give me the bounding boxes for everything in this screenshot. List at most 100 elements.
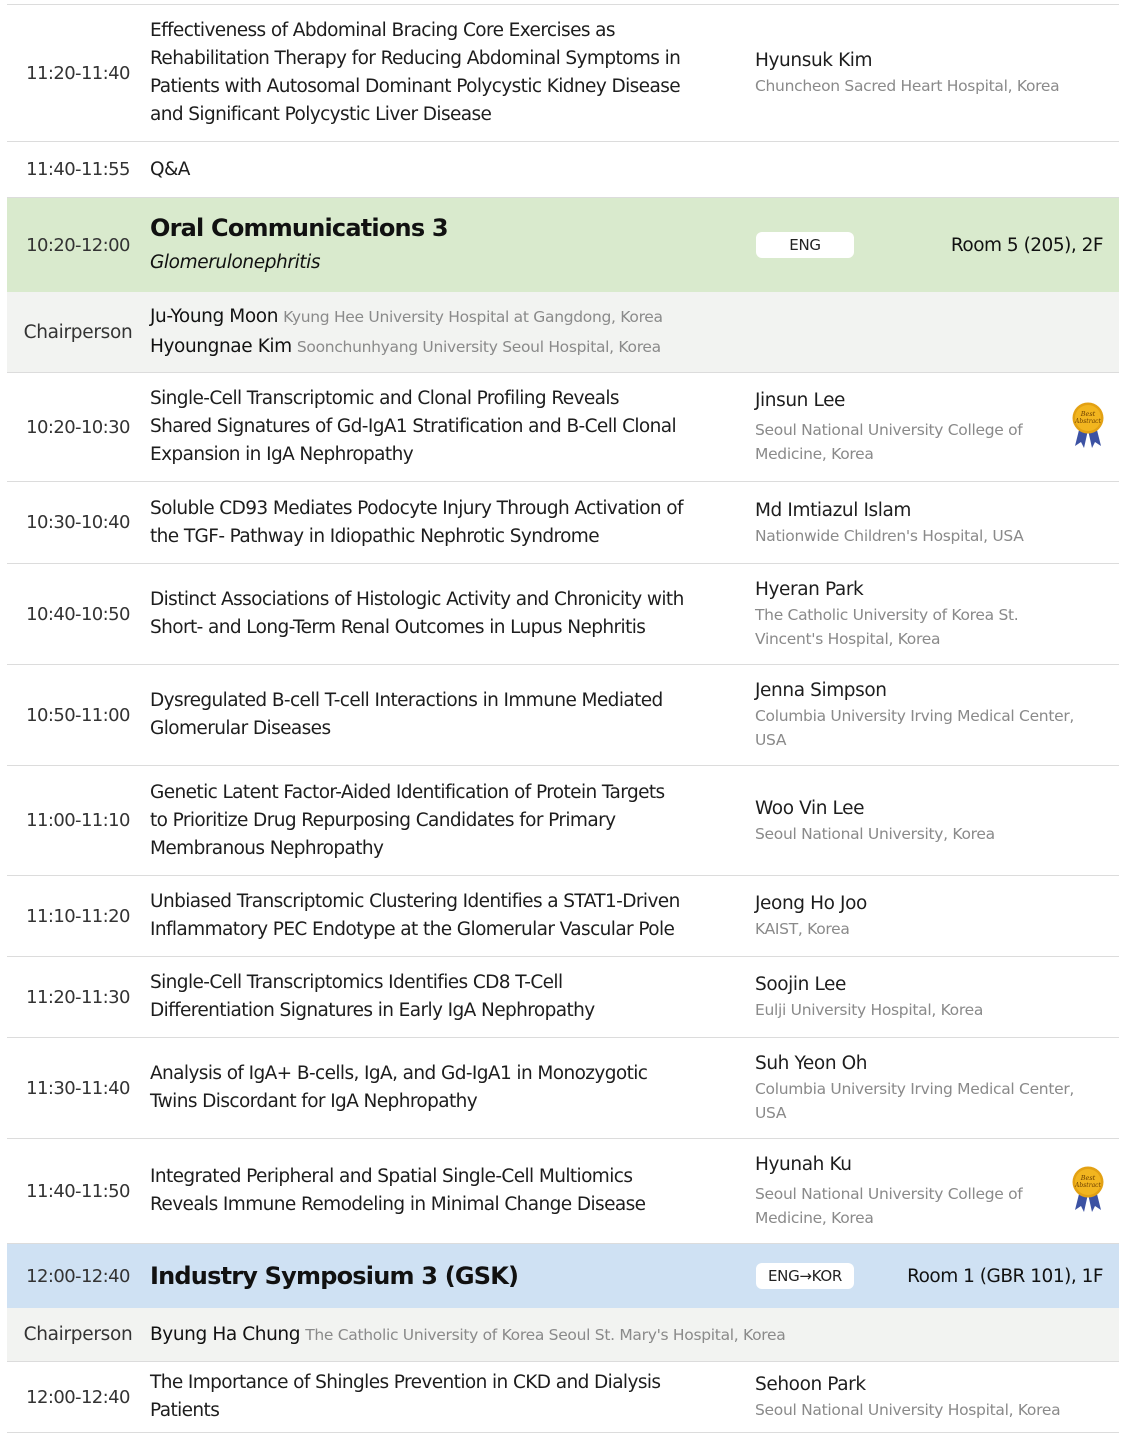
talk-row: 10:40-10:50 Distinct Associations of Hist… — [7, 564, 1119, 665]
talk-title-line: Unbiased Transcriptomic Clustering Ident… — [150, 891, 680, 912]
speaker-block: Hyunsuk Kim Chuncheon Sacred Heart Hospit… — [755, 5, 1107, 141]
speaker-block: Hyunah Ku Seoul National University Colle… — [755, 1139, 1055, 1243]
award-text-line1: Best — [1080, 410, 1096, 418]
speaker-affiliation: Vincent's Hospital, Korea — [755, 630, 941, 648]
talk-title-line: Differentiation Signatures in Early IgA … — [150, 1000, 595, 1021]
session-header: 12:00-12:40 Industry Symposium 3 (GSK) ENG… — [7, 1244, 1119, 1308]
speaker-affiliation: Seoul National University College of — [755, 421, 1023, 439]
talk-title: Unbiased Transcriptomic Clustering Ident… — [150, 876, 748, 956]
speaker-name: Hyeran Park — [755, 579, 864, 600]
chairperson-entry: Ju-Young Moon Kyung Hee University Hospi… — [150, 302, 1119, 332]
talk-title-line: to Prioritize Drug Repurposing Candidate… — [150, 809, 616, 831]
speaker-block: Hyeran Park The Catholic University of Ko… — [755, 564, 1107, 664]
talk-title: Effectiveness of Abdominal Bracing Core … — [150, 5, 748, 141]
speaker-block: Jeong Ho Joo KAIST, Korea — [755, 876, 1107, 956]
speaker-name: Hyunah Ku — [755, 1154, 852, 1175]
speaker-name: Jinsun Lee — [755, 390, 846, 411]
talk-title-line: Patients — [150, 1400, 220, 1421]
talk-title-line: and Significant Polycystic Liver Disease — [150, 104, 492, 125]
chairperson-list: Ju-Young Moon Kyung Hee University Hospi… — [150, 292, 1119, 372]
talk-title-line: Rehabilitation Therapy for Reducing Abdo… — [150, 48, 681, 69]
speaker-block: Md Imtiazul Islam Nationwide Children's H… — [755, 482, 1107, 563]
speaker-affiliation: Medicine, Korea — [755, 1209, 874, 1227]
speaker-affiliation: Seoul National University, Korea — [755, 824, 995, 843]
speaker-block: Soojin Lee Eulji University Hospital, Kor… — [755, 957, 1107, 1037]
speaker-name: Jeong Ho Joo — [755, 893, 867, 914]
speaker-name: Soojin Lee — [755, 974, 847, 995]
talk-title-line: Analysis of IgA+ B-cells, IgA, and Gd-Ig… — [150, 1063, 648, 1084]
talk-title-line: Distinct Associations of Histologic Acti… — [150, 589, 684, 610]
talk-row: 11:20-11:30 Single-Cell Transcriptomics I… — [7, 957, 1119, 1038]
chairperson-affiliation: Kyung Hee University Hospital at Gangdon… — [283, 308, 663, 326]
speaker-affiliation: USA — [755, 731, 787, 749]
session-title-block: Oral Communications 3 Glomerulonephritis — [150, 198, 748, 292]
talk-title-line: Twins Discordant for IgA Nephropathy — [150, 1091, 478, 1112]
speaker-name: Woo Vin Lee — [755, 797, 865, 819]
speaker-affiliation: Chuncheon Sacred Heart Hospital, Korea — [755, 77, 1060, 95]
talk-title-line: Reveals Immune Remodeling in Minimal Cha… — [150, 1194, 646, 1215]
talk-row: 10:50-11:00 Dysregulated B-cell T-cell In… — [7, 665, 1119, 766]
session-time: 12:00-12:40 — [26, 1265, 130, 1287]
talk-title: Distinct Associations of Histologic Acti… — [150, 564, 748, 664]
talk-row: 11:20-11:40 Effectiveness of Abdominal Br… — [7, 5, 1119, 142]
talk-title-line: Single-Cell Transcriptomic and Clonal Pr… — [150, 388, 620, 409]
talk-title-line: Inflammatory PEC Endotype at the Glomeru… — [150, 919, 675, 940]
talk-title-line: Patients with Autosomal Dominant Polycys… — [150, 76, 681, 97]
talk-time: 11:10-11:20 — [26, 905, 130, 927]
talk-title: Integrated Peripheral and Spatial Single… — [150, 1139, 748, 1243]
talk-row: 12:00-12:40 The Importance of Shingles Pr… — [7, 1362, 1119, 1433]
talk-title-line: Effectiveness of Abdominal Bracing Core … — [150, 20, 616, 41]
chairperson-row: Chairperson Ju-Young Moon Kyung Hee Unive… — [7, 292, 1119, 373]
talk-time: 10:40-10:50 — [26, 603, 130, 625]
speaker-affiliation: Eulji University Hospital, Korea — [755, 1001, 984, 1019]
talk-title: Soluble CD93 Mediates Podocyte Injury Th… — [150, 482, 748, 563]
talk-title: The Importance of Shingles Prevention in… — [150, 1362, 748, 1432]
talk-row: 10:20-10:30 Single-Cell Transcriptomic an… — [7, 373, 1119, 482]
talk-row: 10:30-10:40 Soluble CD93 Mediates Podocyt… — [7, 482, 1119, 564]
chairperson-list: Byung Ha Chung The Catholic University o… — [150, 1308, 1119, 1361]
talk-row: 11:00-11:10 Genetic Latent Factor-Aided I… — [7, 766, 1119, 876]
talk-time: 11:20-11:30 — [26, 986, 130, 1008]
speaker-affiliation: USA — [755, 1104, 787, 1122]
speaker-block: Sehoon Park Seoul National University Hos… — [755, 1362, 1107, 1432]
award-text-line2: Abstract — [1074, 1182, 1101, 1189]
talk-title-line: the TGF- Pathway in Idiopathic Nephrotic… — [150, 525, 600, 547]
talk-row: 11:30-11:40 Analysis of IgA+ B-cells, IgA… — [7, 1038, 1119, 1139]
talk-time: 11:40-11:55 — [26, 159, 130, 180]
session-title: Oral Communications 3 — [150, 214, 449, 242]
award-text-line2: Abstract — [1074, 418, 1101, 425]
speaker-affiliation: The Catholic University of Korea St. — [755, 606, 1019, 624]
speaker-block: Suh Yeon Oh Columbia University Irving Me… — [755, 1038, 1107, 1138]
chairperson-entry: Hyoungnae Kim Soonchunhyang University S… — [150, 332, 1119, 362]
speaker-affiliation: Nationwide Children's Hospital, USA — [755, 526, 1024, 545]
talk-title-line: Short- and Long-Term Renal Outcomes in L… — [150, 617, 646, 638]
session-title-block: Industry Symposium 3 (GSK) — [150, 1244, 748, 1308]
talk-title-line: Expansion in IgA Nephropathy — [150, 444, 414, 465]
session-room: Room 5 (205), 2F — [950, 234, 1104, 256]
language-badge: ENG→KOR — [756, 1263, 854, 1289]
speaker-name: Suh Yeon Oh — [755, 1053, 868, 1074]
chairperson-affiliation: The Catholic University of Korea Seoul S… — [305, 1325, 786, 1344]
talk-title: Q&A — [150, 142, 748, 197]
chairperson-row: Chairperson Byung Ha Chung The Catholic U… — [7, 1308, 1119, 1362]
award-text-line1: Best — [1080, 1174, 1096, 1182]
talk-title: Analysis of IgA+ B-cells, IgA, and Gd-Ig… — [150, 1038, 748, 1138]
chairperson-name: Ju-Young Moon — [150, 306, 279, 327]
speaker-name: Hyunsuk Kim — [755, 50, 873, 71]
talk-time: 12:00-12:40 — [26, 1386, 130, 1408]
speaker-affiliation: Seoul National University Hospital, Kore… — [755, 1401, 1061, 1419]
session-title: Industry Symposium 3 (GSK) — [150, 1262, 519, 1290]
talk-time: 11:20-11:40 — [26, 62, 130, 84]
talk-title-line: Single-Cell Transcriptomics Identifies C… — [150, 972, 563, 993]
session-time: 10:20-12:00 — [26, 234, 130, 256]
chairperson-name: Hyoungnae Kim — [150, 336, 292, 357]
best-abstract-ribbon-icon: BestAbstract — [1072, 1166, 1104, 1212]
speaker-name: Md Imtiazul Islam — [755, 499, 912, 521]
talk-title: Genetic Latent Factor-Aided Identificati… — [150, 766, 748, 875]
chairperson-affiliation: Soonchunhyang University Seoul Hospital,… — [296, 338, 661, 356]
speaker-block: Jinsun Lee Seoul National University Coll… — [755, 373, 1055, 481]
speaker-affiliation: Seoul National University College of — [755, 1185, 1023, 1203]
talk-time: 10:30-10:40 — [26, 512, 130, 533]
speaker-name: Sehoon Park — [755, 1374, 866, 1395]
talk-title: Single-Cell Transcriptomics Identifies C… — [150, 957, 748, 1037]
